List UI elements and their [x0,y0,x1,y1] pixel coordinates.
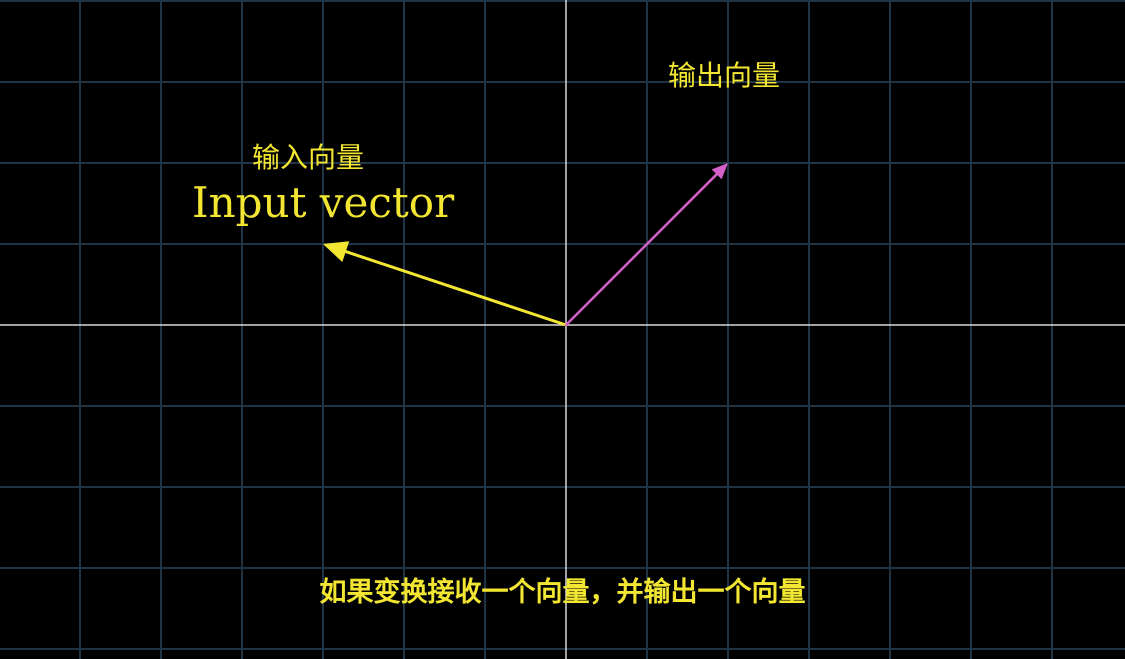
output-vector-label-cn: 输出向量 [668,59,781,92]
input-vector-arrowhead [323,241,350,262]
grid-lines [0,0,1125,659]
input-vector-shaft [344,250,568,327]
input-vector-label-en: Input vector [192,178,455,227]
input-vector-label-cn: 输入向量 [252,141,365,174]
subtitle-caption: 如果变换接收一个向量，并输出一个向量 [319,577,806,608]
output-vector-shaft [564,173,718,327]
coordinate-plane [0,0,1125,659]
axes [0,0,1125,659]
